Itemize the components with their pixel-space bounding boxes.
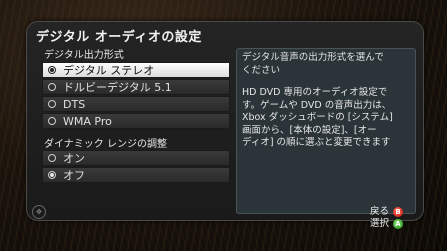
back-hint[interactable]: 戻る B <box>370 206 403 218</box>
back-label: 戻る <box>369 206 389 217</box>
option-wma-pro[interactable]: WMA Pro <box>42 113 230 129</box>
screen: デジタル オーディオの設定 デジタル出力形式 デジタル ステレオ ドルビーデジタ… <box>0 0 447 251</box>
b-button-icon: B <box>393 207 403 217</box>
option-digital-stereo[interactable]: デジタル ステレオ <box>42 62 230 78</box>
option-label: WMA Pro <box>63 114 112 128</box>
radio-icon <box>48 83 56 91</box>
dpad-icon: ✥ <box>32 205 46 219</box>
option-label: DTS <box>63 97 86 111</box>
description-box: デジタル音声の出力形式を選んで ください HD DVD 専用のオーディオ設定で … <box>236 48 416 214</box>
description-body: HD DVD 専用のオーディオ設定で す。ゲームや DVD の音声出力は、 Xb… <box>242 87 393 148</box>
output-format-label: デジタル出力形式 <box>44 50 124 61</box>
option-range-on[interactable]: オン <box>42 150 230 166</box>
option-dts[interactable]: DTS <box>42 96 230 112</box>
radio-selected-icon <box>48 66 56 74</box>
select-hint[interactable]: 選択 A <box>370 218 403 230</box>
option-label: オフ <box>63 169 85 182</box>
option-label: オン <box>63 152 85 165</box>
select-label: 選択 <box>369 218 389 229</box>
dynamic-range-label: ダイナミック レンジの調整 <box>44 139 167 150</box>
option-label: ドルビーデジタル 5.1 <box>63 81 172 94</box>
page-title: デジタル オーディオの設定 <box>36 30 202 45</box>
radio-selected-icon <box>48 171 56 179</box>
description-intro: デジタル音声の出力形式を選んで ください <box>242 52 384 76</box>
radio-icon <box>48 100 56 108</box>
option-label: デジタル ステレオ <box>63 64 155 77</box>
radio-icon <box>48 117 56 125</box>
a-button-icon: A <box>393 219 403 229</box>
button-legend: 戻る B 選択 A <box>370 206 403 230</box>
option-dolby-digital[interactable]: ドルビーデジタル 5.1 <box>42 79 230 95</box>
option-range-off[interactable]: オフ <box>42 167 230 183</box>
radio-icon <box>48 154 56 162</box>
